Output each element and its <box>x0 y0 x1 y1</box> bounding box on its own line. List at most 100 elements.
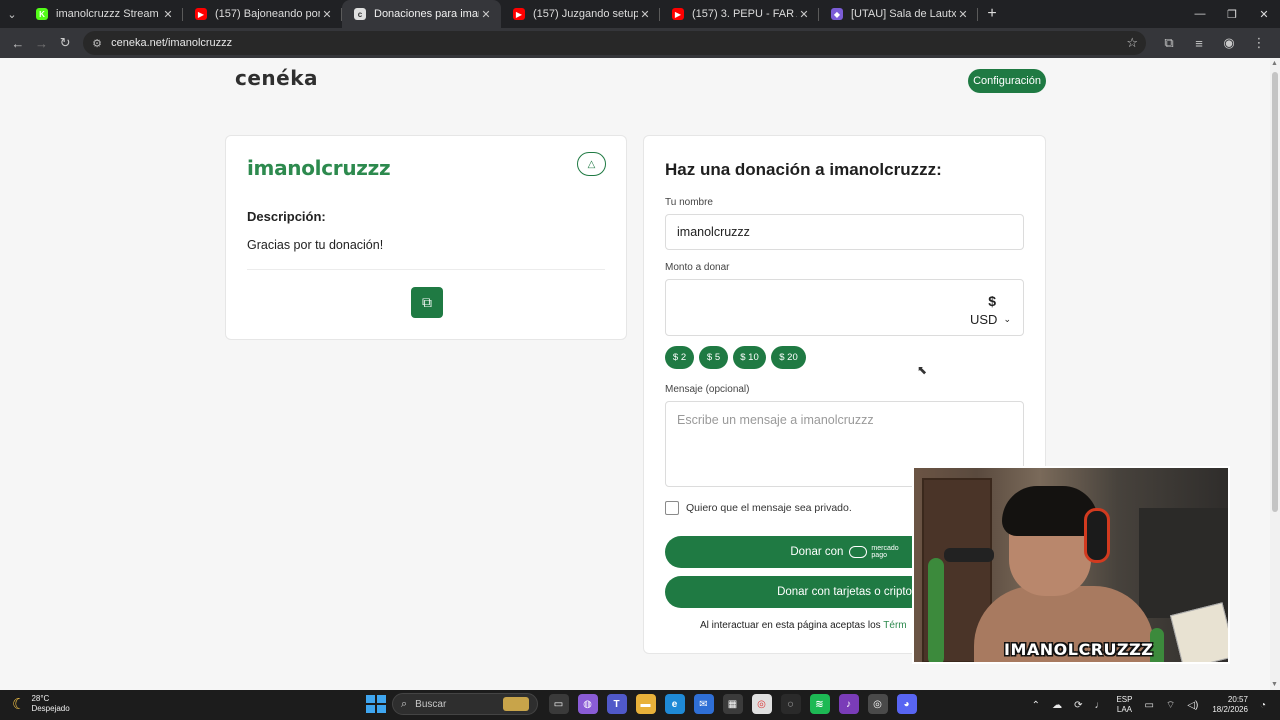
amount-input[interactable]: $ USD ⌄ <box>665 279 1024 336</box>
extensions-icon[interactable]: ⧉ <box>1154 31 1184 55</box>
taskbar-search[interactable]: ⌕ Buscar <box>392 693 538 715</box>
file-explorer-icon[interactable]: ▬ <box>635 694 656 714</box>
profile-icon[interactable]: ◉ <box>1214 31 1244 55</box>
webcam-shelf <box>1139 508 1228 618</box>
site-info-icon[interactable]: ⚙ <box>89 37 105 50</box>
tab-close-icon[interactable]: ✕ <box>479 8 493 21</box>
page-scrollbar[interactable]: ▲ ▼ <box>1270 58 1280 690</box>
reading-list-icon[interactable]: ≡ <box>1184 31 1214 55</box>
browser-tab[interactable]: ▶ (157) Juzgando setups de strea✕ <box>501 0 660 28</box>
sync-icon[interactable]: ⟳ <box>1074 700 1082 711</box>
tab-close-icon[interactable]: ✕ <box>797 8 811 21</box>
terms-prefix: Al interactuar en esta página aceptas lo… <box>700 620 881 631</box>
streamer-name: imanolcruzzz <box>247 156 391 180</box>
wifi-icon[interactable]: ⌔ <box>1166 699 1175 712</box>
collapse-triangle-icon[interactable]: △ <box>577 152 606 176</box>
notification-bell-icon[interactable]: ◔ <box>1260 700 1266 711</box>
scroll-up-icon[interactable]: ▲ <box>1271 60 1278 67</box>
spotify-icon[interactable]: ≋ <box>809 694 830 714</box>
taskbar-apps: ⌕ Buscar ▭ ◍ T ▬ e ✉ ▦ ◎ ◌ ≋ ♪ ◎ ◕ <box>364 693 921 715</box>
scroll-down-icon[interactable]: ▼ <box>1271 681 1278 688</box>
ceneka-logo[interactable]: cenéka <box>235 66 318 90</box>
tab-favicon-icon: ▶ <box>513 8 525 20</box>
tab-search-menu-icon[interactable]: ⌄ <box>0 0 24 28</box>
display-icon[interactable]: ▭ <box>1144 700 1153 711</box>
tab-favicon-icon: ▶ <box>672 8 684 20</box>
menu-kebab-icon[interactable]: ⋮ <box>1244 31 1274 55</box>
windows-taskbar: ☾ 28°C Despejado ⌕ Buscar ▭ ◍ T ▬ e ✉ ▦ … <box>0 690 1280 720</box>
mp-logo-line2: pago <box>871 552 887 559</box>
bookmark-star-icon[interactable]: ☆ <box>1126 35 1138 51</box>
clock[interactable]: 20:57 18/2/2026 <box>1212 695 1248 715</box>
discord-icon[interactable]: ◕ <box>896 694 917 714</box>
streamer-card: imanolcruzzz △ Descripción: Gracias por … <box>225 135 627 340</box>
steam-icon[interactable]: ◌ <box>780 694 801 714</box>
tab-close-icon[interactable]: ✕ <box>320 8 334 21</box>
terms-link[interactable]: Térm <box>883 620 906 631</box>
external-link-icon[interactable]: ⧉ <box>411 287 443 318</box>
weather-widget[interactable]: ☾ 28°C Despejado <box>12 694 70 714</box>
currency-select[interactable]: USD ⌄ <box>970 312 1011 327</box>
tab-close-icon[interactable]: ✕ <box>638 8 652 21</box>
mic-tray-icon[interactable]: ♩ <box>1094 700 1104 711</box>
tabs-container: Kimanolcruzzz Stream - Watch Li✕▶(157) B… <box>24 0 978 28</box>
store-icon[interactable]: ▦ <box>722 694 743 714</box>
headphones-icon <box>1084 508 1110 563</box>
private-message-checkbox[interactable] <box>665 501 679 515</box>
teams-icon[interactable]: T <box>606 694 627 714</box>
volume-icon[interactable]: ◁) <box>1187 700 1198 711</box>
address-bar[interactable]: ⚙ ceneka.net/imanolcruzzz ☆ <box>83 31 1146 55</box>
copilot-icon[interactable]: ◍ <box>577 694 598 714</box>
weather-temp: 28°C <box>31 694 50 703</box>
chrome-icon[interactable]: ◎ <box>751 694 772 714</box>
form-title: Haz una donación a imanolcruzzz: <box>665 160 942 179</box>
browser-tab[interactable]: ◆ [UTAU] Sala de Lautxx2307✕ <box>819 0 978 28</box>
browser-tab[interactable]: ▶ (157) 3. PEPU - FAR AWAY (Vide✕ <box>660 0 819 28</box>
tab-close-icon[interactable]: ✕ <box>956 8 970 21</box>
browser-tab[interactable]: Kimanolcruzzz Stream - Watch Li✕ <box>24 0 183 28</box>
browser-tab[interactable]: ▶ (157) Bajoneando por hay - You✕ <box>183 0 342 28</box>
currency-symbol: $ <box>988 293 996 309</box>
windows-start-icon[interactable] <box>364 693 386 715</box>
edge-icon[interactable]: e <box>664 694 685 714</box>
language-indicator[interactable]: ESP LAA <box>1116 695 1132 715</box>
browser-tab[interactable]: c Donaciones para imanolcruzzz✕ <box>342 0 501 28</box>
moon-icon: ☾ <box>12 696 26 713</box>
quick-amount-2-button[interactable]: $ 2 <box>665 346 694 369</box>
chrome-active-icon[interactable]: ◎ <box>867 694 888 714</box>
tab-title: (157) Juzgando setups de strea <box>533 8 638 20</box>
name-input[interactable]: imanolcruzzz <box>665 214 1024 250</box>
back-icon[interactable]: ← <box>6 31 30 55</box>
forward-icon[interactable]: → <box>30 31 54 55</box>
quick-amount-5-button[interactable]: $ 5 <box>699 346 728 369</box>
tab-title: Donaciones para imanolcruzzz <box>374 8 479 20</box>
quick-amount-20-button[interactable]: $ 20 <box>771 346 806 369</box>
private-message-label: Quiero que el mensaje sea privado. <box>686 502 852 514</box>
browser-toolbar: ← → ↻ ⚙ ceneka.net/imanolcruzzz ☆ ⧉ ≡ ◉ … <box>0 28 1280 58</box>
reload-icon[interactable]: ↻ <box>53 31 77 55</box>
toolbar-actions: ⧉ ≡ ◉ ⋮ <box>1154 31 1274 55</box>
scrollbar-thumb[interactable] <box>1272 72 1278 512</box>
close-window-icon[interactable]: ✕ <box>1248 0 1280 28</box>
search-icon: ⌕ <box>401 697 408 710</box>
window-controls: — ❐ ✕ <box>1184 0 1280 28</box>
chevron-up-icon[interactable]: ⌃ <box>1032 700 1040 711</box>
minimize-icon[interactable]: — <box>1184 0 1216 28</box>
quick-amounts: $ 2 $ 5 $ 10 $ 20 <box>665 346 811 369</box>
tab-favicon-icon: K <box>36 8 48 20</box>
configuration-button[interactable]: Configuración <box>968 69 1046 93</box>
new-tab-icon[interactable]: + <box>978 0 1006 28</box>
cloud-icon[interactable]: ☁ <box>1052 700 1062 711</box>
tab-close-icon[interactable]: ✕ <box>161 8 175 21</box>
mp-logo-line1: mercado <box>871 545 899 552</box>
lang-line1: ESP <box>1116 695 1133 704</box>
restore-icon[interactable]: ❐ <box>1216 0 1248 28</box>
clock-time: 20:57 <box>1227 695 1248 704</box>
tab-title: [UTAU] Sala de Lautxx2307 <box>851 8 956 20</box>
music-app-icon[interactable]: ♪ <box>838 694 859 714</box>
mail-icon[interactable]: ✉ <box>693 694 714 714</box>
quick-amount-10-button[interactable]: $ 10 <box>733 346 766 369</box>
system-tray: ⌃ ☁ ⟳ ♩ ESP LAA ▭ ⌔ ◁) 20:57 18/2/2026 ◔ <box>1026 690 1280 720</box>
url-text[interactable]: ceneka.net/imanolcruzzz <box>111 37 1126 49</box>
task-view-icon[interactable]: ▭ <box>548 694 569 714</box>
